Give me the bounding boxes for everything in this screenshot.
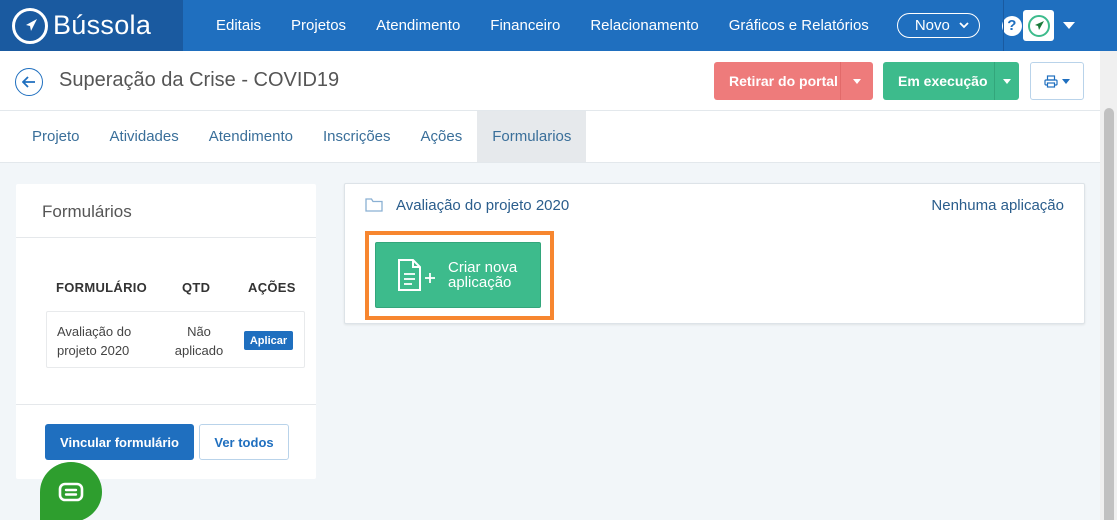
divider xyxy=(16,237,316,238)
user-avatar[interactable] xyxy=(1023,10,1054,41)
new-dropdown-button[interactable]: Novo xyxy=(896,13,980,38)
nav-item-relacionamento[interactable]: Relacionamento xyxy=(575,17,713,34)
scrollbar-thumb[interactable] xyxy=(1104,108,1114,520)
tab-projeto[interactable]: Projeto xyxy=(17,111,95,162)
page-header: Superação da Crise - COVID19 Retirar do … xyxy=(0,51,1100,111)
create-application-label: Criar nova aplicação xyxy=(448,259,518,291)
create-application-button[interactable]: Criar nova aplicação xyxy=(375,242,541,308)
nav-item-editais[interactable]: Editais xyxy=(201,17,276,34)
back-button[interactable] xyxy=(15,68,43,96)
tab-acoes[interactable]: Ações xyxy=(406,111,478,162)
brand[interactable]: Bússola xyxy=(0,0,183,51)
nav-divider xyxy=(1003,0,1004,51)
withdraw-dropdown-toggle[interactable] xyxy=(840,62,873,100)
avatar-logo-icon xyxy=(1027,14,1050,37)
help-label: ? xyxy=(1007,17,1017,34)
nav-item-atendimento[interactable]: Atendimento xyxy=(361,17,475,34)
view-all-button[interactable]: Ver todos xyxy=(199,424,289,460)
apply-button[interactable]: Aplicar xyxy=(244,331,293,350)
form-qtd-cell: Não aplicado xyxy=(174,324,224,358)
column-header-formulario: FORMULÁRIO xyxy=(56,280,148,295)
chat-button[interactable] xyxy=(40,462,102,520)
caret-down-icon xyxy=(1062,78,1070,84)
forms-panel-title: Formulários xyxy=(42,202,132,221)
page-title: Superação da Crise - COVID19 xyxy=(59,69,340,91)
arrow-left-icon xyxy=(22,76,35,88)
status-label: Em execução xyxy=(898,73,988,89)
forms-panel: Formulários FORMULÁRIO QTD AÇÕES Avaliaç… xyxy=(16,184,316,479)
compass-icon xyxy=(12,7,48,44)
tab-bar: Projeto Atividades Atendimento Inscriçõe… xyxy=(0,111,1100,163)
print-button[interactable] xyxy=(1030,62,1084,100)
column-header-qtd: QTD xyxy=(182,280,211,295)
tab-inscricoes[interactable]: Inscrições xyxy=(308,111,406,162)
withdraw-label: Retirar do portal xyxy=(729,73,838,89)
new-dropdown-label: Novo xyxy=(914,17,950,34)
nav-item-projetos[interactable]: Projetos xyxy=(276,17,361,34)
tab-formularios[interactable]: Formularios xyxy=(477,111,587,162)
applications-status-link[interactable]: Nenhuma aplicação xyxy=(931,197,1064,214)
top-navbar: Bússola Editais Projetos Atendimento Fin… xyxy=(0,0,1117,51)
folder-icon xyxy=(365,198,383,212)
caret-down-icon xyxy=(1003,78,1011,84)
main-nav: Editais Projetos Atendimento Financeiro … xyxy=(201,13,1022,38)
printer-icon xyxy=(1044,74,1058,88)
brand-name: Bússola xyxy=(53,10,152,40)
user-menu-caret-icon[interactable] xyxy=(1063,22,1075,29)
status-button[interactable]: Em execução xyxy=(883,62,1019,100)
column-header-acoes: AÇÕES xyxy=(248,280,296,295)
page-scrollbar[interactable] xyxy=(1100,51,1117,520)
chat-icon xyxy=(58,482,84,502)
table-row: Avaliação do projeto 2020 Não aplicado A… xyxy=(46,311,305,368)
tab-atividades[interactable]: Atividades xyxy=(95,111,194,162)
chevron-down-icon xyxy=(959,22,969,29)
new-document-icon xyxy=(398,259,435,291)
withdraw-from-portal-button[interactable]: Retirar do portal xyxy=(714,62,873,100)
nav-item-graficos-relatorios[interactable]: Gráficos e Relatórios xyxy=(714,17,884,34)
caret-down-icon xyxy=(853,78,861,84)
nav-item-financeiro[interactable]: Financeiro xyxy=(475,17,575,34)
form-title-link[interactable]: Avaliação do projeto 2020 xyxy=(396,197,569,214)
link-form-button[interactable]: Vincular formulário xyxy=(45,424,194,460)
status-dropdown-toggle[interactable] xyxy=(994,62,1019,100)
form-card: Avaliação do projeto 2020 Nenhuma aplica… xyxy=(344,183,1085,324)
help-icon[interactable]: ? xyxy=(1001,15,1022,36)
divider xyxy=(16,404,316,405)
form-name-cell: Avaliação do projeto 2020 xyxy=(57,324,132,358)
tab-atendimento[interactable]: Atendimento xyxy=(194,111,308,162)
